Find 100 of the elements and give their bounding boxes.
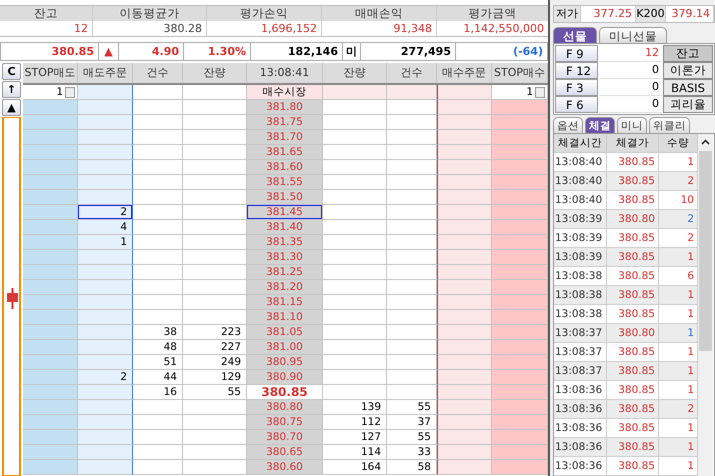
- sell-order-cell[interactable]: [78, 115, 133, 130]
- top-button[interactable]: ▲: [2, 99, 21, 116]
- stop-buy-cell[interactable]: [492, 340, 548, 355]
- price-cell[interactable]: 381.25: [247, 265, 323, 280]
- sell-order-cell[interactable]: [78, 340, 133, 355]
- stop-sell-cell[interactable]: [23, 175, 78, 190]
- sell-order-cell[interactable]: [78, 385, 133, 400]
- sell-order-cell[interactable]: [78, 100, 133, 115]
- buy-order-cell[interactable]: [437, 130, 492, 145]
- stop-sell-cell[interactable]: [23, 310, 78, 325]
- stop-buy-cell[interactable]: [492, 205, 548, 220]
- tab[interactable]: 미니선물: [599, 27, 667, 43]
- price-cell[interactable]: 381.60: [247, 160, 323, 175]
- stop-sell-cell[interactable]: [23, 430, 78, 445]
- price-cell[interactable]: 381.55: [247, 175, 323, 190]
- price-cell[interactable]: 380.90: [247, 370, 323, 385]
- stop-buy-cell[interactable]: [492, 460, 548, 475]
- stop-buy-cell[interactable]: [492, 280, 548, 295]
- stop-sell-cell[interactable]: [23, 220, 78, 235]
- stop-buy-spinner[interactable]: 1: [492, 85, 548, 100]
- buy-order-cell[interactable]: [437, 235, 492, 250]
- stop-buy-cell[interactable]: [492, 145, 548, 160]
- stop-buy-cell[interactable]: [492, 430, 548, 445]
- stop-sell-cell[interactable]: [23, 160, 78, 175]
- stop-sell-cell[interactable]: [23, 400, 78, 415]
- buy-order-cell[interactable]: [437, 325, 492, 340]
- price-cell[interactable]: 381.45: [247, 205, 323, 220]
- sell-order-cell[interactable]: [78, 415, 133, 430]
- sell-order-cell[interactable]: [78, 175, 133, 190]
- scrollbar[interactable]: [698, 134, 713, 476]
- stop-sell-cell[interactable]: [23, 130, 78, 145]
- price-cell[interactable]: 381.20: [247, 280, 323, 295]
- stop-buy-cell[interactable]: [492, 265, 548, 280]
- sell-order-cell[interactable]: [78, 250, 133, 265]
- sell-order-cell[interactable]: [78, 310, 133, 325]
- stop-sell-spinner[interactable]: 1: [23, 85, 78, 100]
- stop-buy-cell[interactable]: [492, 445, 548, 460]
- sell-order-cell[interactable]: [78, 130, 133, 145]
- buy-order-cell[interactable]: [437, 220, 492, 235]
- market-buy-button[interactable]: 매수시장: [247, 85, 323, 100]
- buy-order-cell[interactable]: [437, 85, 492, 100]
- stop-buy-cell[interactable]: [492, 310, 548, 325]
- stop-sell-cell[interactable]: [23, 250, 78, 265]
- sell-order-cell[interactable]: [78, 430, 133, 445]
- stop-buy-cell[interactable]: [492, 370, 548, 385]
- contract-button[interactable]: F 9: [555, 45, 598, 62]
- price-cell[interactable]: 380.80: [247, 400, 323, 415]
- buy-order-cell[interactable]: [437, 340, 492, 355]
- sell-order-cell[interactable]: [78, 145, 133, 160]
- price-cell[interactable]: 381.15: [247, 295, 323, 310]
- info-button[interactable]: BASIS: [663, 79, 713, 96]
- stop-buy-cell[interactable]: [492, 400, 548, 415]
- stop-buy-cell[interactable]: [492, 115, 548, 130]
- sell-order-cell[interactable]: [78, 85, 133, 100]
- stop-sell-cell[interactable]: [23, 295, 78, 310]
- buy-order-cell[interactable]: [437, 175, 492, 190]
- tab[interactable]: 체결: [585, 117, 615, 133]
- price-cell[interactable]: 380.85: [247, 385, 323, 400]
- buy-order-cell[interactable]: [437, 460, 492, 475]
- info-button[interactable]: 이론가: [663, 62, 713, 79]
- sell-order-cell[interactable]: [78, 280, 133, 295]
- sell-order-cell[interactable]: [78, 460, 133, 475]
- stop-sell-cell[interactable]: [23, 355, 78, 370]
- stop-sell-cell[interactable]: [23, 235, 78, 250]
- stop-sell-cell[interactable]: [23, 190, 78, 205]
- stop-sell-cell[interactable]: [23, 415, 78, 430]
- buy-order-cell[interactable]: [437, 430, 492, 445]
- price-cell[interactable]: 381.50: [247, 190, 323, 205]
- stop-buy-cell[interactable]: [492, 295, 548, 310]
- price-cell[interactable]: 381.05: [247, 325, 323, 340]
- contract-button[interactable]: F 6: [555, 96, 598, 113]
- buy-order-cell[interactable]: [437, 400, 492, 415]
- stop-buy-cell[interactable]: [492, 415, 548, 430]
- stop-buy-cell[interactable]: [492, 100, 548, 115]
- sell-order-cell[interactable]: [78, 325, 133, 340]
- info-button[interactable]: 괴리율: [663, 96, 713, 113]
- buy-order-cell[interactable]: [437, 310, 492, 325]
- buy-order-cell[interactable]: [437, 100, 492, 115]
- stop-buy-cell[interactable]: [492, 385, 548, 400]
- price-cell[interactable]: 380.70: [247, 430, 323, 445]
- tab[interactable]: 위클리: [649, 117, 690, 133]
- stop-buy-cell[interactable]: [492, 130, 548, 145]
- stop-sell-cell[interactable]: [23, 385, 78, 400]
- buy-order-cell[interactable]: [437, 280, 492, 295]
- buy-order-cell[interactable]: [437, 295, 492, 310]
- scroll-up-icon[interactable]: [701, 139, 710, 145]
- stop-sell-cell[interactable]: [23, 460, 78, 475]
- stop-sell-cell[interactable]: [23, 115, 78, 130]
- contract-button[interactable]: F 3: [555, 79, 598, 96]
- stop-buy-cell[interactable]: [492, 190, 548, 205]
- contract-button[interactable]: F 12: [555, 62, 598, 79]
- buy-order-cell[interactable]: [437, 355, 492, 370]
- sell-order-cell[interactable]: [78, 445, 133, 460]
- stop-sell-cell[interactable]: [23, 325, 78, 340]
- stop-sell-cell[interactable]: [23, 145, 78, 160]
- sell-order-cell[interactable]: [78, 355, 133, 370]
- stop-sell-cell[interactable]: [23, 340, 78, 355]
- stop-sell-cell[interactable]: [23, 370, 78, 385]
- stop-sell-cell[interactable]: [23, 100, 78, 115]
- tab[interactable]: 선물: [553, 27, 597, 43]
